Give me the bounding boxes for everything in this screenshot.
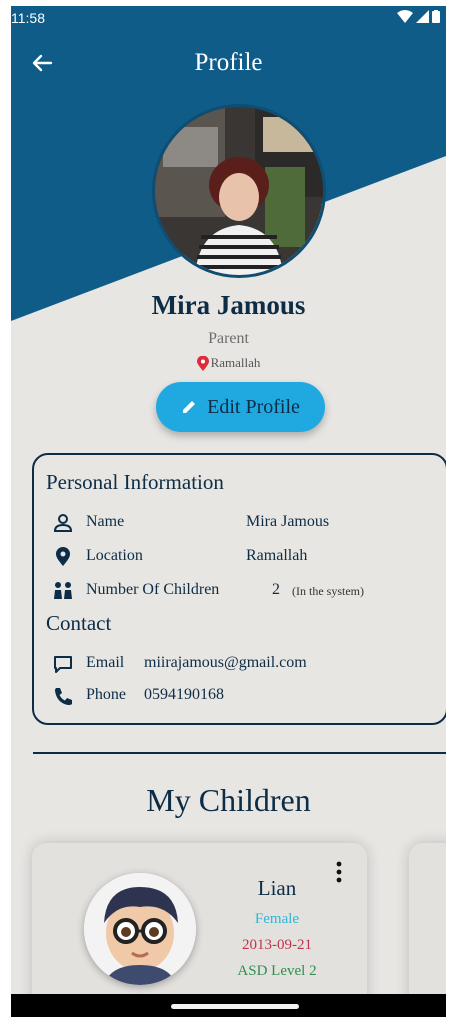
status-bar: 11:58	[11, 6, 446, 28]
children-note: (In the system)	[292, 584, 364, 598]
system-nav-bar	[11, 994, 446, 1017]
profile-photo	[155, 107, 323, 275]
child-card[interactable]: Lian Female 2013-09-21 ASD Level 2	[32, 843, 367, 1017]
battery-icon	[432, 10, 440, 23]
child-card-next[interactable]	[409, 843, 446, 1017]
person-icon	[53, 514, 73, 532]
profile-screen: 11:58 Profile Mira Jamous Parent Ramalla…	[11, 6, 446, 1017]
child-avatar	[84, 873, 196, 985]
children-icon	[54, 582, 72, 599]
section-divider	[33, 752, 446, 754]
contact-title: Contact	[46, 611, 112, 635]
edit-profile-button[interactable]: Edit Profile	[156, 382, 325, 432]
child-name: Lian	[257, 876, 297, 900]
email-label: Email	[86, 654, 125, 671]
chat-icon	[54, 656, 72, 673]
personal-info-card: Personal Information Name Mira Jamous Lo…	[32, 453, 446, 725]
email-value[interactable]: miirajamous@gmail.com	[144, 654, 307, 672]
profile-location-text: Ramallah	[210, 355, 261, 370]
child-birthdate: 2013-09-21	[242, 937, 312, 953]
child-cartoon-image	[84, 873, 196, 985]
status-icons	[397, 10, 440, 23]
page-title: Profile	[194, 49, 263, 76]
profile-location: Ramallah	[11, 355, 446, 371]
more-vert-icon[interactable]	[333, 861, 345, 883]
phone-label: Phone	[86, 686, 126, 703]
signal-icon	[416, 10, 429, 23]
children-label: Number Of Children	[86, 581, 220, 598]
my-children-title: My Children	[146, 782, 311, 818]
phone-value[interactable]: 0594190168	[144, 686, 224, 704]
location-pin-icon	[196, 355, 209, 371]
pencil-icon	[183, 401, 196, 413]
profile-role: Parent	[208, 330, 249, 347]
profile-avatar[interactable]	[152, 104, 326, 278]
personal-info-title: Personal Information	[46, 470, 224, 494]
map-pin-icon	[56, 547, 70, 566]
wifi-icon	[397, 10, 413, 23]
child-gender: Female	[254, 911, 300, 927]
location-label: Location	[86, 547, 143, 564]
phone-icon	[55, 688, 72, 705]
home-handle[interactable]	[171, 1004, 299, 1009]
children-count: 2	[272, 581, 280, 598]
location-value: Ramallah	[246, 547, 308, 564]
name-value: Mira Jamous	[246, 513, 330, 530]
child-asd-level: ASD Level 2	[237, 963, 317, 979]
edit-profile-label: Edit Profile	[207, 395, 300, 418]
name-label: Name	[86, 513, 125, 530]
status-time: 11:58	[11, 10, 45, 26]
profile-name: Mira Jamous	[151, 290, 306, 320]
